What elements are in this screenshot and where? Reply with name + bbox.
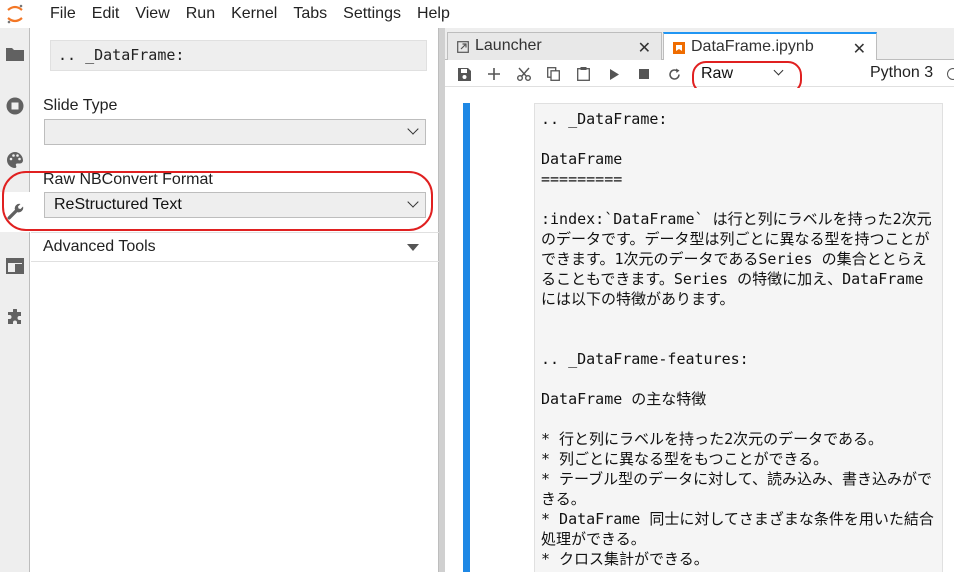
cell-source: .. _DataFrame: DataFrame ========= :inde…: [541, 110, 934, 568]
raw-format-label: Raw NBConvert Format: [43, 171, 213, 188]
save-icon[interactable]: [453, 63, 475, 85]
close-icon[interactable]: ✕: [853, 39, 866, 59]
notebook-panel: .. _DataFrame: DataFrame ========= :inde…: [445, 88, 954, 572]
cut-icon[interactable]: [513, 63, 535, 85]
paste-icon[interactable]: [572, 63, 594, 85]
folder-icon[interactable]: [0, 34, 30, 74]
kernel-name[interactable]: Python 3: [870, 64, 933, 82]
menu-help[interactable]: Help: [409, 0, 458, 28]
menu-view[interactable]: View: [127, 0, 177, 28]
notebook-toolbar: Raw Python 3: [445, 60, 954, 94]
tab-label: DataFrame.ipynb: [691, 38, 814, 55]
puzzle-icon[interactable]: [0, 298, 30, 338]
left-sidebar: [0, 28, 31, 572]
chevron-down-icon: [407, 123, 419, 135]
wrench-icon[interactable]: [0, 192, 31, 232]
stop-icon[interactable]: [633, 63, 655, 85]
menu-edit[interactable]: Edit: [84, 0, 128, 28]
kernel-status-icon: [947, 68, 954, 80]
launch-icon: [457, 41, 469, 53]
raw-format-select[interactable]: ReStructured Text: [44, 192, 426, 218]
tab-launcher[interactable]: Launcher ✕: [447, 32, 662, 60]
tab-label: Launcher: [475, 37, 542, 54]
cell-collapser[interactable]: [463, 103, 470, 572]
main-area: Launcher ✕ DataFrame.ipynb ✕ Raw Python …: [445, 28, 954, 572]
restart-icon[interactable]: [663, 63, 685, 85]
advanced-tools-label: Advanced Tools: [43, 238, 156, 255]
chevron-down-icon: [407, 196, 419, 208]
chevron-down-icon: [773, 65, 784, 76]
property-inspector: .. _DataFrame: Slide Type Raw NBConvert …: [2, 28, 439, 572]
caret-down-icon: [407, 244, 419, 251]
close-icon[interactable]: ✕: [638, 38, 651, 58]
tab-icon[interactable]: [0, 246, 30, 286]
cell-type-value: Raw: [701, 65, 734, 82]
stop-circle-icon[interactable]: [0, 86, 30, 126]
menu-settings[interactable]: Settings: [335, 0, 409, 28]
active-cell-preview: .. _DataFrame:: [50, 40, 427, 71]
advanced-tools-toggle[interactable]: Advanced Tools: [31, 232, 439, 262]
menu-file[interactable]: File: [42, 0, 84, 28]
run-icon[interactable]: [603, 63, 625, 85]
add-cell-icon[interactable]: [483, 63, 505, 85]
tab-bar: Launcher ✕ DataFrame.ipynb ✕: [445, 28, 954, 61]
menu-tabs[interactable]: Tabs: [285, 0, 335, 28]
slide-type-label: Slide Type: [43, 97, 118, 114]
palette-icon[interactable]: [0, 140, 30, 180]
copy-icon[interactable]: [542, 63, 564, 85]
tab-notebook[interactable]: DataFrame.ipynb ✕: [663, 32, 877, 61]
cell-type-select[interactable]: Raw: [698, 63, 798, 85]
menubar: File Edit View Run Kernel Tabs Settings …: [0, 0, 954, 28]
menu-kernel[interactable]: Kernel: [223, 0, 285, 28]
menu-run[interactable]: Run: [178, 0, 223, 28]
jupyter-logo-icon[interactable]: [0, 0, 30, 28]
raw-cell-editor[interactable]: .. _DataFrame: DataFrame ========= :inde…: [534, 103, 943, 572]
notebook-icon: [673, 42, 685, 54]
raw-format-value: ReStructured Text: [54, 196, 182, 213]
slide-type-select[interactable]: [44, 119, 426, 145]
